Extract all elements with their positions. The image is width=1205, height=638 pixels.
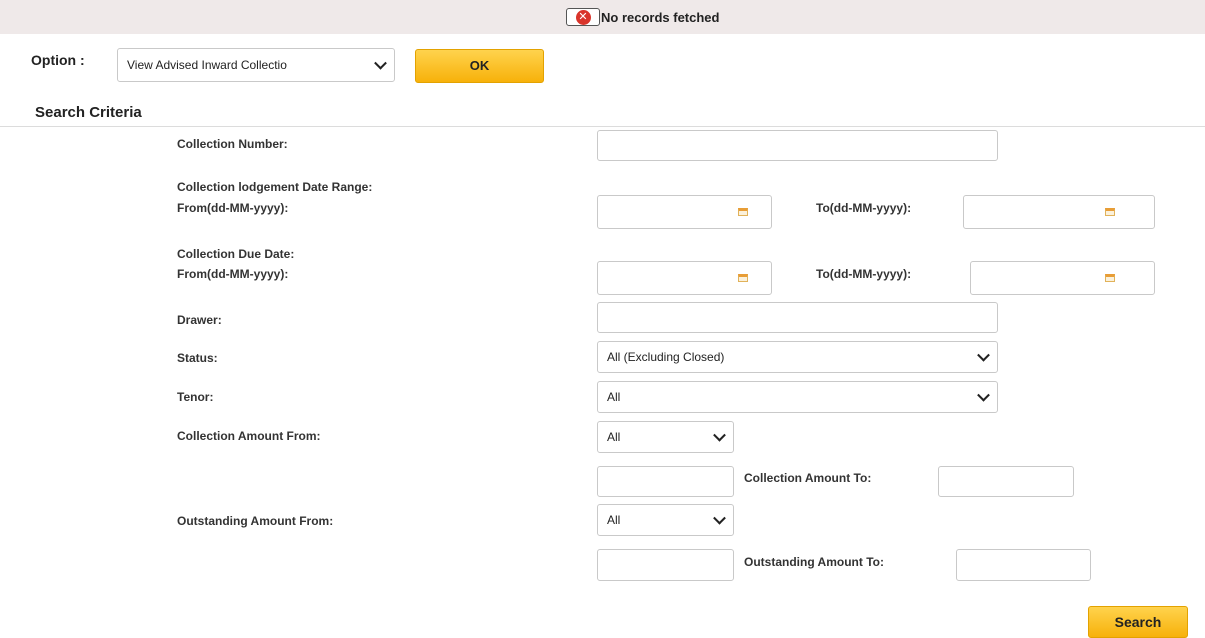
ok-button[interactable]: OK <box>415 49 544 83</box>
tenor-select[interactable]: All <box>597 381 998 413</box>
lodgement-range-label: Collection lodgement Date Range: <box>177 180 373 194</box>
chevron-down-icon <box>713 511 726 525</box>
lodgement-to-input[interactable] <box>963 195 1155 229</box>
due-from-input[interactable] <box>597 261 772 295</box>
outstanding-amount-from-select[interactable]: All <box>597 504 734 536</box>
drawer-input[interactable] <box>597 302 998 333</box>
collection-amount-from-select[interactable]: All <box>597 421 734 453</box>
option-label: Option : <box>31 52 85 68</box>
status-select-value: All (Excluding Closed) <box>607 350 725 364</box>
due-date-label: Collection Due Date: <box>177 247 295 261</box>
calendar-icon[interactable] <box>738 208 748 216</box>
collection-amount-to-input[interactable] <box>938 466 1074 497</box>
status-select[interactable]: All (Excluding Closed) <box>597 341 998 373</box>
outstanding-amount-from-value: All <box>607 513 621 527</box>
collection-amount-from-input[interactable] <box>597 466 734 497</box>
lodgement-from-input[interactable] <box>597 195 772 229</box>
collection-number-label: Collection Number: <box>177 137 288 151</box>
section-title: Search Criteria <box>35 104 142 121</box>
drawer-label: Drawer: <box>177 313 222 327</box>
chevron-down-icon <box>374 56 387 70</box>
tenor-select-value: All <box>607 390 621 404</box>
due-to-label: To(dd-MM-yyyy): <box>816 267 912 281</box>
chevron-down-icon <box>977 348 990 362</box>
calendar-icon[interactable] <box>738 274 748 282</box>
chevron-down-icon <box>713 428 726 442</box>
collection-number-input[interactable] <box>597 130 998 161</box>
calendar-icon[interactable] <box>1105 274 1115 282</box>
status-label: Status: <box>177 351 218 365</box>
outstanding-amount-from-label: Outstanding Amount From: <box>177 514 334 528</box>
tenor-label: Tenor: <box>177 390 214 404</box>
error-icon: ✕ <box>575 9 591 25</box>
error-icon-box: ✕ <box>566 8 600 26</box>
search-button[interactable]: Search <box>1088 606 1188 638</box>
option-select[interactable]: View Advised Inward Collectio <box>117 48 395 82</box>
outstanding-amount-to-input[interactable] <box>956 549 1091 581</box>
outstanding-amount-from-input[interactable] <box>597 549 734 581</box>
option-select-value: View Advised Inward Collectio <box>127 58 287 72</box>
lodgement-from-label: From(dd-MM-yyyy): <box>177 201 289 215</box>
collection-amount-from-label: Collection Amount From: <box>177 429 321 443</box>
collection-amount-to-label: Collection Amount To: <box>744 471 872 485</box>
calendar-icon[interactable] <box>1105 208 1115 216</box>
collection-amount-from-value: All <box>607 430 621 444</box>
banner-text: No records fetched <box>601 9 720 25</box>
status-message: ✕ No records fetched <box>566 8 719 26</box>
due-to-input[interactable] <box>970 261 1155 295</box>
chevron-down-icon <box>977 388 990 402</box>
divider <box>0 126 1205 127</box>
due-from-label: From(dd-MM-yyyy): <box>177 267 289 281</box>
lodgement-to-label: To(dd-MM-yyyy): <box>816 201 912 215</box>
outstanding-amount-to-label: Outstanding Amount To: <box>744 555 884 569</box>
